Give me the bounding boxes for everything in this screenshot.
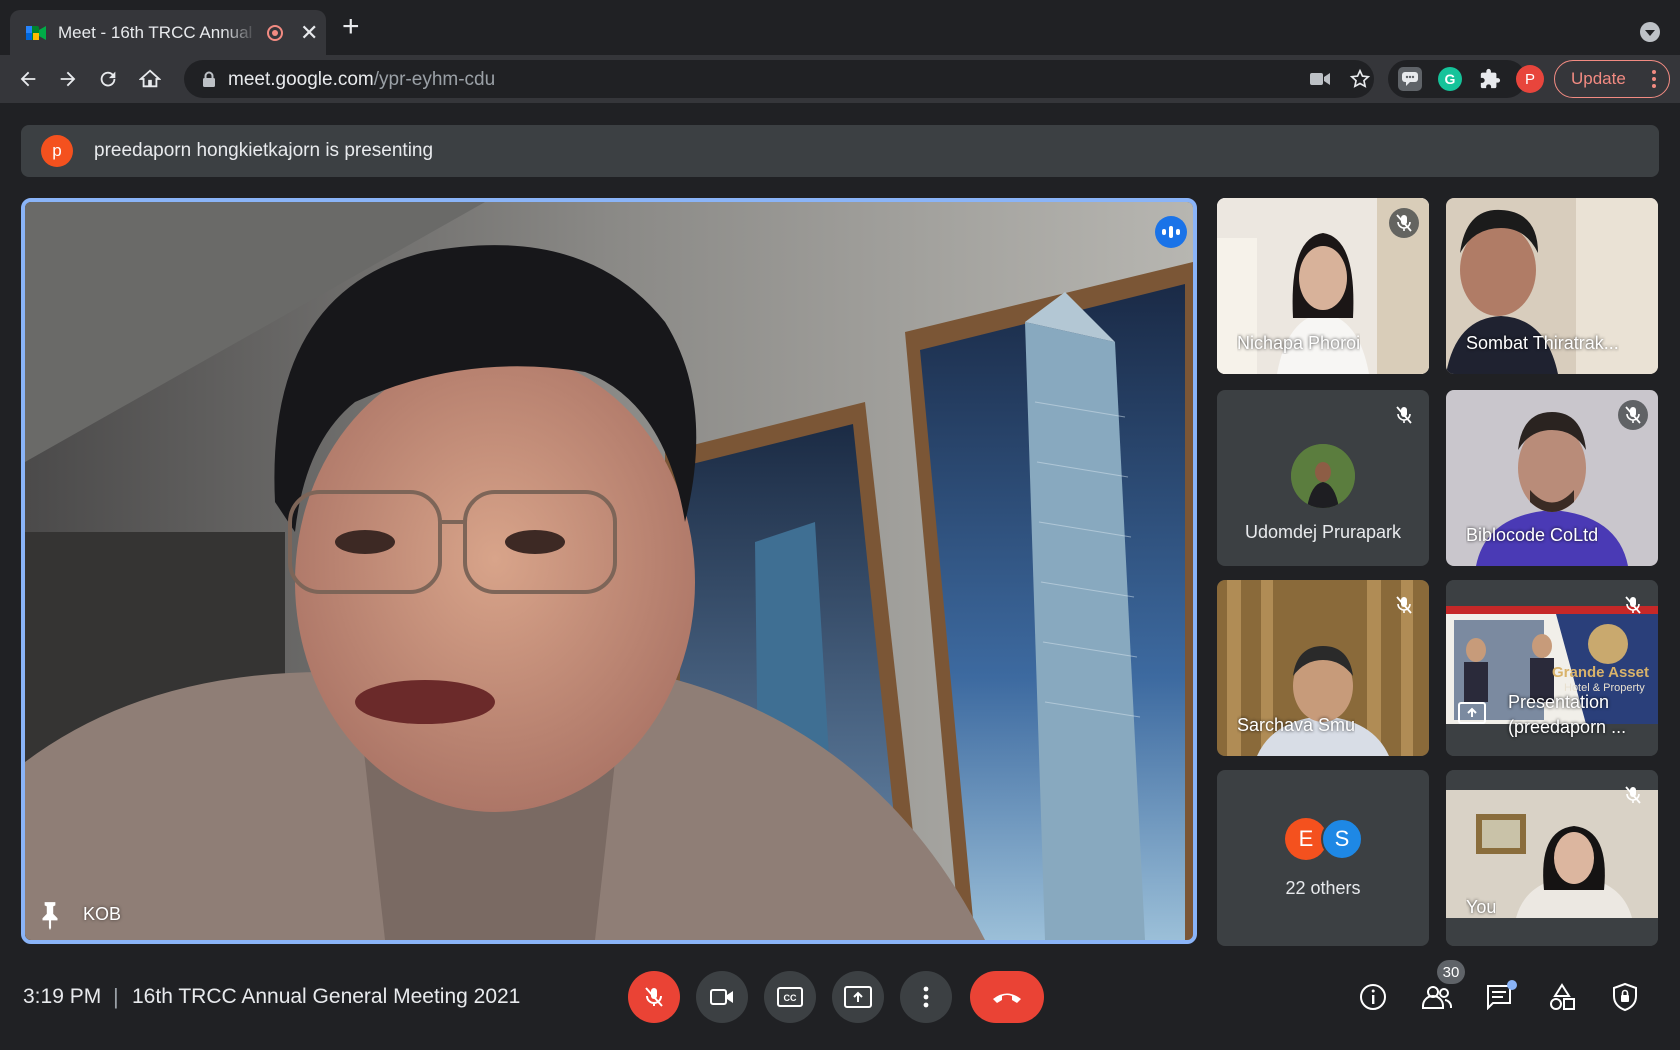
- close-tab-icon[interactable]: ✕: [300, 20, 318, 46]
- participant-tile[interactable]: Sombat Thiratrak...: [1446, 198, 1658, 374]
- presentation-label-line1: Presentation: [1508, 692, 1610, 712]
- lock-icon[interactable]: [202, 71, 216, 87]
- more-options-button[interactable]: [900, 971, 952, 1023]
- speaker-video: [25, 202, 1193, 940]
- participant-name: Biblocode CoLtd: [1466, 525, 1599, 545]
- browser-tab[interactable]: Meet - 16th TRCC Annual General Meeting …: [10, 10, 326, 55]
- slide-title: Grande Asset: [1552, 664, 1649, 681]
- mic-off-icon: [645, 987, 663, 1007]
- extensions-group: G: [1388, 60, 1526, 98]
- meeting-title: 16th TRCC Annual General Meeting 2021: [132, 985, 521, 1008]
- tab-search-icon[interactable]: [1640, 22, 1660, 42]
- others-tile[interactable]: E S 22 others: [1217, 770, 1429, 946]
- profile-avatar[interactable]: P: [1516, 65, 1544, 93]
- main-speaker-tile[interactable]: KOB: [21, 198, 1197, 944]
- participant-tile[interactable]: Biblocode CoLtd: [1446, 390, 1658, 566]
- presenting-banner: p preedaporn hongkietkajorn is presentin…: [21, 125, 1659, 177]
- microphone-toggle-button[interactable]: [628, 971, 680, 1023]
- muted-mic-icon: [1618, 590, 1648, 620]
- browser-tab-strip: Meet - 16th TRCC Annual General Meeting …: [0, 0, 1680, 55]
- participant-count-badge: 30: [1437, 960, 1465, 984]
- new-tab-button[interactable]: +: [342, 12, 360, 42]
- puzzle-icon[interactable]: [1478, 67, 1502, 91]
- participant-tile[interactable]: Sarchava Smu: [1217, 580, 1429, 756]
- meeting-details-button[interactable]: [1354, 978, 1392, 1016]
- divider: |: [113, 984, 119, 1009]
- presenter-avatar: p: [41, 135, 73, 167]
- camera-icon[interactable]: [1308, 67, 1332, 91]
- muted-mic-icon: [1389, 590, 1419, 620]
- home-icon: [139, 69, 161, 88]
- presentation-tile[interactable]: Grande Asset Hotel & Property Presentati…: [1446, 580, 1658, 756]
- others-count-label: 22 others: [1285, 878, 1361, 898]
- participant-name: Udomdej Prurapark: [1244, 522, 1402, 542]
- update-button[interactable]: Update: [1554, 60, 1670, 98]
- back-button[interactable]: [12, 63, 44, 95]
- participant-name: Nichapa Phoroi: [1237, 333, 1361, 353]
- muted-mic-icon: [1389, 400, 1419, 430]
- muted-mic-icon: [1389, 208, 1419, 238]
- avatar: [1291, 444, 1355, 508]
- participant-name: You: [1466, 897, 1497, 917]
- avatar: S: [1321, 818, 1363, 860]
- svg-text:CC: CC: [784, 993, 797, 1003]
- home-button[interactable]: [134, 63, 166, 95]
- present-now-button[interactable]: [832, 971, 884, 1023]
- muted-mic-icon: [1618, 780, 1648, 810]
- info-icon: [1360, 984, 1386, 1010]
- participant-tile[interactable]: Udomdej Prurapark: [1217, 390, 1429, 566]
- tab-title: Meet - 16th TRCC Annual General Meeting …: [58, 23, 258, 42]
- extension-chat-icon[interactable]: [1398, 67, 1422, 91]
- reload-icon: [100, 71, 116, 87]
- star-icon[interactable]: [1348, 67, 1372, 91]
- muted-mic-icon: [1618, 400, 1648, 430]
- shield-lock-icon: [1613, 982, 1637, 1012]
- activities-icon: [1550, 983, 1575, 1010]
- speaking-indicator-icon: [1155, 216, 1187, 248]
- people-icon: [1422, 986, 1452, 1009]
- address-bar[interactable]: meet.google.com/ypr-eyhm-cdu: [184, 60, 1374, 98]
- activities-button[interactable]: [1543, 978, 1581, 1016]
- presenting-text: preedaporn hongkietkajorn is presenting: [94, 140, 434, 161]
- participant-name: Sarchava Smu: [1237, 715, 1356, 735]
- recording-indicator-icon: [267, 25, 283, 41]
- back-icon: [20, 71, 36, 87]
- call-end-icon: [993, 993, 1021, 1003]
- host-controls-button[interactable]: [1606, 978, 1644, 1016]
- reload-button[interactable]: [92, 63, 124, 95]
- self-tile[interactable]: You: [1446, 770, 1658, 946]
- forward-icon: [60, 71, 76, 87]
- participant-name: Sombat Thiratrak...: [1466, 333, 1619, 353]
- meeting-clock: 3:19 PM: [23, 985, 102, 1008]
- meet-favicon-icon: [26, 26, 46, 40]
- leave-call-button[interactable]: [970, 971, 1044, 1023]
- captions-button[interactable]: CC: [764, 971, 816, 1023]
- more-vert-icon: [923, 986, 929, 1008]
- more-vert-icon[interactable]: [1651, 69, 1657, 89]
- videocam-icon: [710, 989, 733, 1005]
- closed-caption-icon: CC: [777, 987, 803, 1007]
- main-speaker-name: KOB: [83, 904, 122, 924]
- grammarly-icon[interactable]: G: [1438, 67, 1462, 91]
- url-text: meet.google.com/ypr-eyhm-cdu: [228, 69, 496, 90]
- present-to-all-icon: [844, 986, 872, 1008]
- forward-button[interactable]: [52, 63, 84, 95]
- pin-icon[interactable]: [37, 900, 63, 930]
- unread-indicator: [1507, 980, 1517, 990]
- browser-toolbar: meet.google.com/ypr-eyhm-cdu G P Update: [0, 55, 1680, 103]
- participant-tile[interactable]: Nichapa Phoroi: [1217, 198, 1429, 374]
- presentation-label-line2: (preedaporn ...: [1508, 717, 1627, 737]
- camera-toggle-button[interactable]: [696, 971, 748, 1023]
- present-screen-icon: [1458, 702, 1486, 724]
